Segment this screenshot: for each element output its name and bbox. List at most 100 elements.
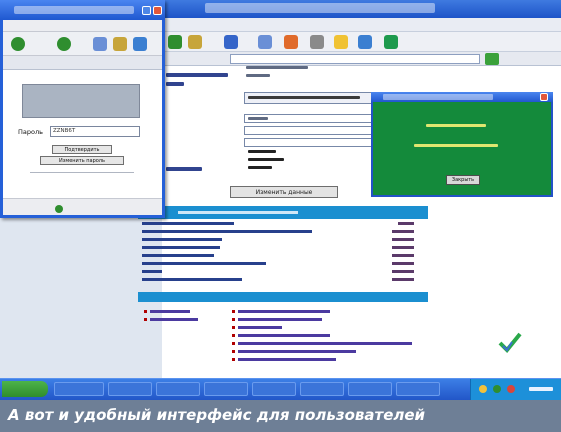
refresh-icon[interactable] [93, 37, 107, 51]
go-icon[interactable] [384, 35, 398, 49]
link[interactable] [238, 358, 336, 361]
clock [529, 387, 553, 391]
table-row-value [392, 254, 414, 257]
bullet-icon [144, 310, 147, 313]
login-info-box [22, 84, 140, 118]
dialog-message-line [414, 144, 498, 147]
taskbar-item[interactable] [396, 382, 440, 396]
dialog-ok-button[interactable]: Закрыть [446, 175, 480, 185]
login-popup-toolbar [3, 32, 162, 56]
table-row-value [392, 238, 414, 241]
table-row-value [398, 222, 414, 225]
taskbar-item[interactable] [252, 382, 296, 396]
table-row-value [392, 230, 414, 233]
field-label [166, 82, 184, 86]
link[interactable] [238, 342, 412, 345]
table-row-label [142, 270, 162, 273]
main-toolbar [162, 32, 561, 52]
table-row-label [142, 230, 312, 233]
taskbar-item[interactable] [348, 382, 392, 396]
info-value [248, 158, 284, 161]
mail-icon[interactable] [284, 35, 298, 49]
taskbar-item[interactable] [54, 382, 104, 396]
dialog-message-line [426, 124, 486, 127]
table-row-value [392, 270, 414, 273]
account-table-header [138, 206, 428, 219]
table-row-value [392, 262, 414, 265]
table-row-label [142, 246, 220, 249]
password-label: Пароль [18, 128, 43, 136]
back-icon[interactable] [168, 35, 182, 49]
account-info-line [246, 66, 308, 69]
notification-title-text [383, 94, 493, 100]
system-tray [470, 379, 561, 400]
divider [30, 172, 134, 173]
favorites-icon[interactable] [224, 35, 238, 49]
edit-icon[interactable] [334, 35, 348, 49]
tray-icon[interactable] [507, 385, 515, 393]
info-value [248, 150, 276, 153]
taskbar-item[interactable] [156, 382, 200, 396]
back-icon[interactable] [11, 37, 25, 51]
bullet-icon [232, 318, 235, 321]
main-menubar[interactable] [162, 18, 561, 32]
table-row-label [142, 254, 214, 257]
text-field[interactable] [244, 138, 374, 147]
table-header-text [178, 211, 298, 214]
field-label [166, 73, 228, 77]
table-row-value [392, 278, 414, 281]
link[interactable] [238, 318, 322, 321]
text-field[interactable] [244, 126, 374, 135]
link[interactable] [150, 318, 198, 321]
change-data-button[interactable]: Изменить данные [230, 186, 338, 198]
table-row-label [142, 238, 222, 241]
taskbar-item[interactable] [300, 382, 344, 396]
history-icon[interactable] [258, 35, 272, 49]
info-value [248, 166, 272, 169]
bullet-icon [232, 310, 235, 313]
link[interactable] [238, 326, 282, 329]
tray-icon[interactable] [479, 385, 487, 393]
links-table-header [138, 292, 428, 302]
account-info-line [246, 74, 270, 77]
forward-icon[interactable] [57, 37, 71, 51]
link[interactable] [238, 310, 330, 313]
url-input[interactable] [230, 54, 480, 64]
close-icon[interactable] [153, 6, 162, 15]
field-label [166, 167, 202, 171]
internet-zone-icon [55, 205, 63, 213]
search-icon[interactable] [133, 37, 147, 51]
table-row-label [142, 262, 266, 265]
folder-icon[interactable] [188, 35, 202, 49]
confirm-button[interactable]: Подтвердить [52, 145, 112, 154]
go-button[interactable] [485, 53, 499, 65]
change-password-button[interactable]: Изменить пароль [40, 156, 124, 165]
tray-icon[interactable] [493, 385, 501, 393]
bullet-icon [232, 350, 235, 353]
link[interactable] [238, 350, 356, 353]
messenger-icon[interactable] [358, 35, 372, 49]
login-popup-title-text [14, 6, 134, 14]
login-popup-statusbar [3, 198, 162, 215]
table-row-label [142, 278, 242, 281]
link[interactable] [150, 310, 190, 313]
home-icon[interactable] [113, 37, 127, 51]
bullet-icon [232, 334, 235, 337]
start-button[interactable] [2, 381, 48, 397]
screenshot-stage: Изменить данные Пароль ZZNB6T Подтвердит… [0, 0, 561, 432]
table-row-value [392, 246, 414, 249]
close-icon[interactable] [540, 93, 548, 101]
minimize-icon[interactable] [142, 6, 151, 15]
password-input[interactable]: ZZNB6T [50, 126, 140, 137]
bullet-icon [232, 342, 235, 345]
taskbar-item[interactable] [108, 382, 152, 396]
print-icon[interactable] [310, 35, 324, 49]
table-row-label [142, 222, 234, 225]
login-popup-address-bar[interactable] [3, 56, 162, 70]
login-popup-menubar[interactable] [3, 20, 162, 32]
text-field-value [248, 117, 268, 120]
link[interactable] [238, 334, 330, 337]
name-field-text [248, 96, 360, 99]
bullet-icon [232, 326, 235, 329]
taskbar-item[interactable] [204, 382, 248, 396]
